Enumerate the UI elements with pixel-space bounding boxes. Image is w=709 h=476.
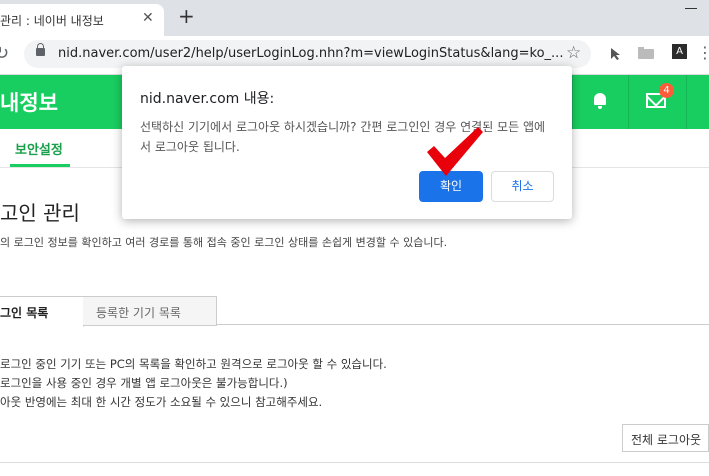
logout-all-button[interactable]: 전체 로그아웃: [622, 424, 709, 452]
tab-close-icon[interactable]: ✕: [142, 10, 154, 26]
reload-icon[interactable]: ↻: [0, 43, 9, 64]
tab-registered-devices-label: 등록한 기기 목록: [96, 306, 181, 320]
new-tab-icon[interactable]: +: [178, 6, 195, 26]
page-description: 의 로그인 정보를 확인하고 여러 경로를 통해 접속 중인 로그인 상태를 손…: [0, 236, 448, 249]
a-extension-icon[interactable]: A: [672, 44, 687, 59]
browser-tab[interactable]: 관리 : 네이버 내정보 ✕: [0, 4, 164, 36]
page-title: 고인 관리: [0, 201, 80, 225]
minimize-window-icon[interactable]: [683, 2, 699, 16]
url-text[interactable]: nid.naver.com/user2/help/userLoginLog.nh…: [58, 46, 563, 61]
browser-menu-icon[interactable]: ⋮: [697, 43, 709, 62]
info-line: 로그인을 사용 중인 경우 개별 앱 로그아웃은 불가능합니다.): [0, 376, 288, 390]
mail-count-badge: 4: [659, 83, 674, 98]
bookmark-star-icon[interactable]: ☆: [566, 43, 581, 63]
tab-login-list[interactable]: 그인 목록: [0, 296, 84, 327]
tab-title: 관리 : 네이버 내정보: [0, 14, 104, 28]
subnav-security-settings[interactable]: 보안설정: [15, 139, 63, 158]
header-menu-icon[interactable]: ⋮: [703, 89, 709, 110]
red-checkmark-annotation: [427, 127, 483, 176]
lock-icon[interactable]: [36, 43, 45, 56]
header-divider: [628, 75, 629, 129]
tab-login-list-label: 그인 목록: [0, 306, 49, 320]
info-line: 아웃 반영에는 최대 한 시간 정도가 소요될 수 있으니 참고해주세요.: [0, 395, 323, 409]
confirm-cancel-button[interactable]: 취소: [491, 171, 554, 202]
confirm-dialog: nid.naver.com 내용: 선택하신 기기에서 로그아웃 하시겠습니까?…: [122, 66, 572, 219]
page-brand-title[interactable]: 내정보: [0, 87, 58, 117]
folder-extension-icon[interactable]: [638, 47, 654, 63]
header-divider: [572, 75, 573, 129]
header-divider: [686, 75, 687, 129]
content-divider: [0, 462, 709, 463]
info-line: 로그인 중인 기기 또는 PC의 목록을 확인하고 원격으로 로그아웃 할 수 …: [0, 357, 387, 371]
address-bar[interactable]: nid.naver.com/user2/help/userLoginLog.nh…: [24, 40, 591, 68]
subnav-active-indicator: [10, 164, 70, 167]
cursor-extension-icon[interactable]: [609, 47, 621, 65]
dialog-message: 선택하신 기기에서 로그아웃 하시겠습니까? 간편 로그인인 경우 연결된 모든…: [140, 120, 546, 154]
info-text: 로그인 중인 기기 또는 PC의 목록을 확인하고 원격으로 로그아웃 할 수 …: [0, 355, 387, 412]
dialog-title: nid.naver.com 내용:: [140, 91, 275, 107]
tab-registered-devices[interactable]: 등록한 기기 목록: [83, 296, 217, 326]
browser-tab-strip: 관리 : 네이버 내정보 ✕ +: [0, 0, 709, 36]
bell-icon[interactable]: [592, 93, 608, 109]
